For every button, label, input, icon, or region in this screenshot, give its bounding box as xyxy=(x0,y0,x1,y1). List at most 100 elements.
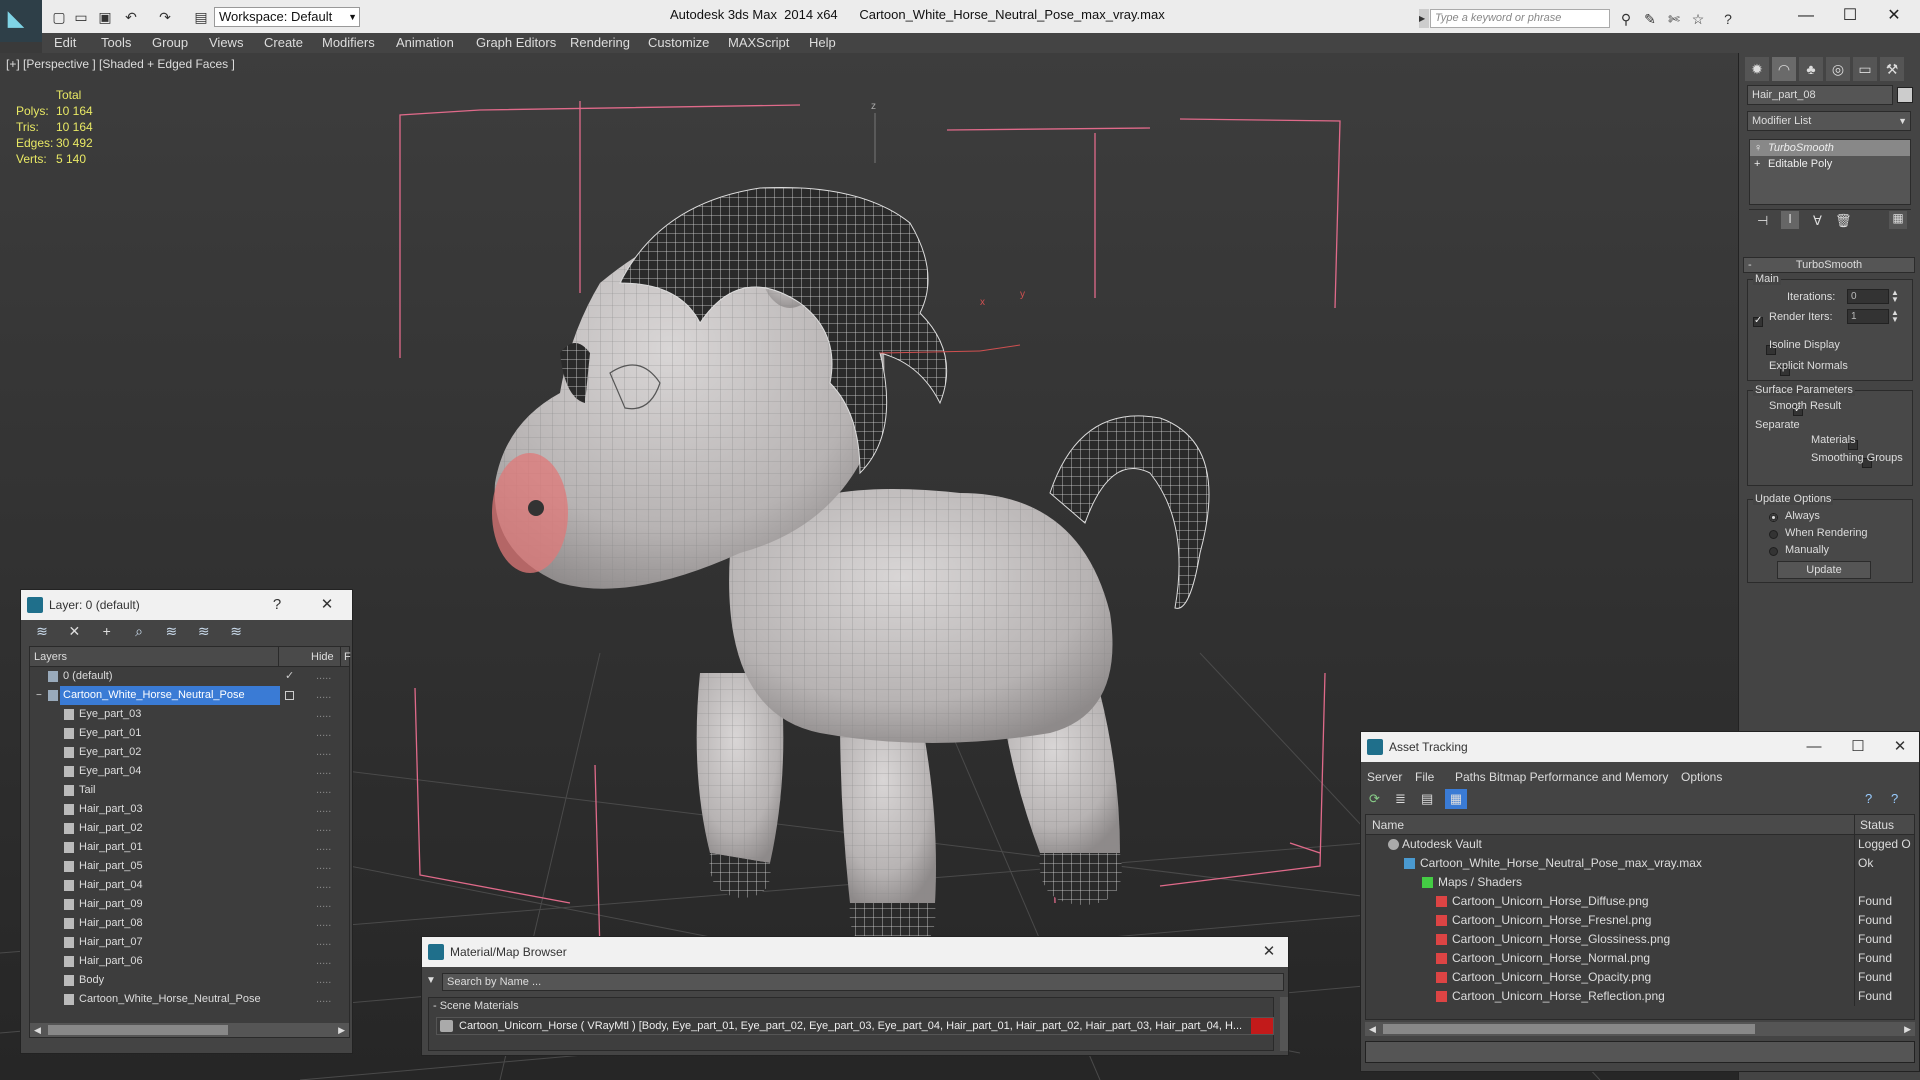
minimize-button[interactable]: — xyxy=(1799,732,1829,762)
asset-row[interactable]: Cartoon_Unicorn_Horse_Fresnel.png Found xyxy=(1366,911,1914,930)
hide-toggle[interactable]: ..... xyxy=(316,952,331,971)
menu-help[interactable]: Help xyxy=(809,33,836,53)
hide-toggle[interactable]: ..... xyxy=(316,933,331,952)
layer-window-titlebar[interactable]: Layer: 0 (default) ? ✕ xyxy=(21,590,352,620)
app-logo[interactable]: ◣ xyxy=(0,0,42,42)
search-expand-icon[interactable]: ▶ xyxy=(1419,9,1429,28)
asset-row[interactable]: Autodesk Vault Logged O xyxy=(1366,835,1914,854)
hide-toggle[interactable]: ..... xyxy=(316,800,331,819)
menu-graph-editors[interactable]: Graph Editors xyxy=(476,33,556,53)
create-tab-icon[interactable]: ✹ xyxy=(1745,57,1769,81)
hide-toggle[interactable]: ..... xyxy=(316,667,331,686)
scroll-right-icon[interactable]: ▶ xyxy=(1904,1022,1911,1036)
object-row[interactable]: Body..... xyxy=(30,971,349,990)
close-button[interactable]: ✕ xyxy=(1254,937,1284,967)
redo-icon[interactable]: ↷ xyxy=(156,8,174,26)
lightbulb-icon[interactable]: ♀ xyxy=(1754,140,1762,156)
search-input[interactable]: Type a keyword or phrase xyxy=(1430,9,1610,28)
scroll-right-icon[interactable]: ▶ xyxy=(338,1023,345,1037)
save-file-icon[interactable]: ▣ xyxy=(96,8,114,26)
menu-rendering[interactable]: Rendering xyxy=(570,33,630,53)
horizontal-scrollbar[interactable]: ◀ ▶ xyxy=(30,1023,349,1037)
material-browser-titlebar[interactable]: Material/Map Browser ✕ xyxy=(422,937,1288,967)
add-to-layer-icon[interactable]: + xyxy=(96,620,118,642)
table-view-icon[interactable]: ▦ xyxy=(1445,789,1467,809)
asset-row[interactable]: Cartoon_Unicorn_Horse_Normal.png Found xyxy=(1366,949,1914,968)
project-folder-icon[interactable]: ▤ xyxy=(192,8,210,26)
hierarchy-tab-icon[interactable]: ♣ xyxy=(1799,57,1823,81)
set-active-box[interactable] xyxy=(285,691,294,700)
tree-view-icon[interactable]: ▤ xyxy=(1421,791,1433,807)
expand-plus-icon[interactable]: + xyxy=(1754,156,1760,172)
hide-toggle[interactable]: ..... xyxy=(316,857,331,876)
object-row[interactable]: Hair_part_01..... xyxy=(30,838,349,857)
scrollbar-thumb[interactable] xyxy=(1383,1024,1755,1034)
hide-toggle[interactable]: ..... xyxy=(316,781,331,800)
hide-toggle[interactable]: ..... xyxy=(316,990,331,1009)
object-row[interactable]: Cartoon_White_Horse_Neutral_Pose..... xyxy=(30,990,349,1009)
list-view-icon[interactable]: ≣ xyxy=(1395,791,1406,807)
asset-row[interactable]: Cartoon_Unicorn_Horse_Glossiness.png Foun… xyxy=(1366,930,1914,949)
show-end-result-icon[interactable]: I xyxy=(1781,211,1799,229)
menu-customize[interactable]: Customize xyxy=(648,33,709,53)
object-row[interactable]: Hair_part_09..... xyxy=(30,895,349,914)
menu-file[interactable]: File xyxy=(1415,770,1434,784)
asset-row[interactable]: Cartoon_Unicorn_Horse_Reflection.png Foun… xyxy=(1366,987,1914,1006)
pin-stack-icon[interactable]: ⊣ xyxy=(1757,213,1768,229)
menu-animation[interactable]: Animation xyxy=(396,33,454,53)
asset-row[interactable]: Cartoon_Unicorn_Horse_Diffuse.png Found xyxy=(1366,892,1914,911)
scene-materials-label[interactable]: - Scene Materials xyxy=(433,1000,519,1012)
hide-toggle[interactable]: ..... xyxy=(316,819,331,838)
stack-item-editable-poly[interactable]: + Editable Poly xyxy=(1750,156,1910,172)
menu-create[interactable]: Create xyxy=(264,33,303,53)
menu-modifiers[interactable]: Modifiers xyxy=(322,33,375,53)
connect-icon[interactable]: ✄ xyxy=(1664,9,1684,29)
render-iters-checkbox[interactable] xyxy=(1753,315,1763,327)
close-button[interactable]: ✕ xyxy=(312,590,342,620)
object-row[interactable]: Hair_part_07..... xyxy=(30,933,349,952)
select-objects-icon[interactable]: ⌕ xyxy=(128,620,150,642)
delete-layer-icon[interactable]: ✕ xyxy=(63,620,85,642)
col-status[interactable]: Status xyxy=(1860,815,1894,835)
menu-paths[interactable]: Paths xyxy=(1455,770,1486,784)
options-dropdown-icon[interactable]: ▼ xyxy=(426,975,436,986)
spinner-arrows-icon[interactable]: ▲ ▼ xyxy=(1891,289,1899,304)
object-row[interactable]: Hair_part_03..... xyxy=(30,800,349,819)
hide-toggle[interactable]: ..... xyxy=(316,762,331,781)
menu-views[interactable]: Views xyxy=(209,33,243,53)
menu-maxscript[interactable]: MAXScript xyxy=(728,33,789,53)
display-tab-icon[interactable]: ▭ xyxy=(1853,57,1877,81)
hide-toggle[interactable]: ..... xyxy=(316,895,331,914)
menu-group[interactable]: Group xyxy=(152,33,188,53)
modifier-list-dropdown[interactable]: Modifier List ▼ xyxy=(1747,111,1911,131)
material-search-input[interactable]: Search by Name ... xyxy=(442,973,1284,991)
horizontal-scrollbar[interactable]: ◀ ▶ xyxy=(1365,1022,1915,1036)
object-row[interactable]: Tail..... xyxy=(30,781,349,800)
undo-icon[interactable]: ↶ xyxy=(122,8,140,26)
turbosmooth-rollout-header[interactable]: - TurboSmooth xyxy=(1743,257,1915,273)
binoculars-icon[interactable]: ⚲ xyxy=(1616,9,1636,29)
asset-row[interactable]: Maps / Shaders xyxy=(1366,873,1914,892)
asset-row[interactable]: Cartoon_White_Horse_Neutral_Pose_max_vra… xyxy=(1366,854,1914,873)
collapse-minus-icon[interactable]: − xyxy=(36,686,42,705)
object-row[interactable]: Hair_part_08..... xyxy=(30,914,349,933)
asset-row[interactable]: Cartoon_Unicorn_Horse_Opacity.png Found xyxy=(1366,968,1914,987)
help-icon[interactable]: ? xyxy=(1865,791,1872,806)
menu-tools[interactable]: Tools xyxy=(101,33,131,53)
new-layer-icon[interactable]: ≋ xyxy=(31,620,53,642)
vault-help-icon[interactable]: ? xyxy=(1891,791,1898,806)
object-row[interactable]: Hair_part_05..... xyxy=(30,857,349,876)
menu-options[interactable]: Options xyxy=(1681,770,1722,784)
scroll-left-icon[interactable]: ◀ xyxy=(1369,1022,1376,1036)
hide-toggle[interactable]: ..... xyxy=(316,705,331,724)
always-radio[interactable] xyxy=(1769,513,1778,522)
col-hide[interactable]: Hide xyxy=(311,647,334,667)
object-row[interactable]: Hair_part_04..... xyxy=(30,876,349,895)
highlight-layer-icon[interactable]: ≋ xyxy=(160,620,182,642)
utilities-tab-icon[interactable]: ⚒ xyxy=(1880,57,1904,81)
menu-server[interactable]: Server xyxy=(1367,770,1402,784)
object-color-swatch[interactable] xyxy=(1897,87,1913,103)
object-name-field[interactable]: Hair_part_08 xyxy=(1747,85,1893,105)
maximize-button[interactable]: ☐ xyxy=(1830,4,1870,28)
hide-toggle[interactable]: ..... xyxy=(316,724,331,743)
